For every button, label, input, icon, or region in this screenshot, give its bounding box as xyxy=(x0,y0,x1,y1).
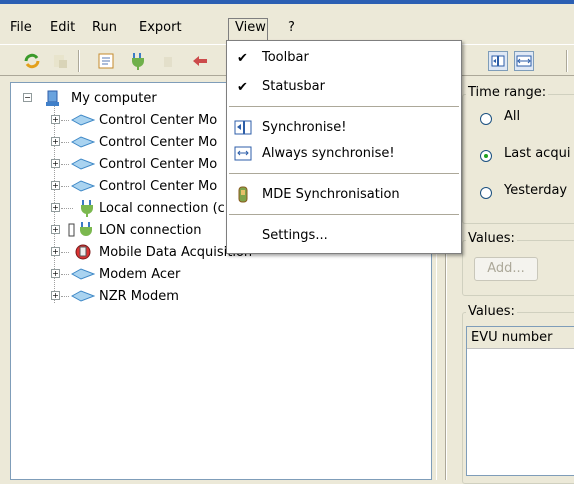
computer-icon xyxy=(45,89,61,111)
connect-plug-icon[interactable] xyxy=(128,51,148,71)
check-mark-icon: ✔ xyxy=(237,51,248,66)
always-synchronise-icon xyxy=(234,145,252,162)
menu-item-always-synchronise[interactable]: Always synchronise! xyxy=(229,141,459,167)
expand-icon[interactable]: + xyxy=(51,225,60,234)
add-button[interactable]: Add... xyxy=(474,257,538,281)
radio-last-acquisition[interactable] xyxy=(480,150,492,162)
time-range-label: Time range: xyxy=(466,85,549,100)
toolbar-separator xyxy=(78,50,80,72)
tree-connector-line xyxy=(61,164,69,165)
network-icon xyxy=(70,157,96,175)
column-header-evu-number[interactable]: EVU number xyxy=(467,327,574,349)
collapse-icon[interactable]: − xyxy=(23,93,32,102)
network-icon xyxy=(70,135,96,153)
disabled-action-icon xyxy=(158,51,178,71)
tree-connector-line xyxy=(61,274,69,275)
menu-item-mde-synchronisation-label: MDE Synchronisation xyxy=(262,187,400,202)
radio-all-label[interactable]: All xyxy=(504,109,520,124)
plug-icon xyxy=(79,199,95,221)
synchronise-icon xyxy=(234,119,252,136)
expand-icon[interactable]: + xyxy=(51,247,60,256)
lon-plug-icon xyxy=(67,221,95,243)
radio-yesterday-label[interactable]: Yesterday xyxy=(504,183,567,198)
values-listbox[interactable]: EVU number xyxy=(466,326,574,476)
menu-edit[interactable]: Edit xyxy=(50,20,75,35)
mde-device-icon xyxy=(234,186,252,203)
menu-item-toolbar-label: Toolbar xyxy=(262,50,309,65)
menu-item-settings[interactable]: Settings... xyxy=(229,223,459,249)
expand-icon[interactable]: + xyxy=(51,159,60,168)
expand-icon[interactable]: + xyxy=(51,203,60,212)
expand-icon[interactable]: + xyxy=(51,115,60,124)
network-icon xyxy=(70,179,96,197)
window-title-bar-edge xyxy=(0,0,574,4)
values-group-label: Values: xyxy=(466,231,517,246)
values-list-label: Values: xyxy=(466,304,517,319)
menu-item-mde-synchronisation[interactable]: MDE Synchronisation xyxy=(229,182,459,208)
new-document-icon[interactable] xyxy=(96,51,116,71)
modem-icon xyxy=(70,289,96,307)
menu-export[interactable]: Export xyxy=(139,20,182,35)
mobile-device-icon xyxy=(73,243,93,265)
menu-help[interactable]: ? xyxy=(288,20,295,35)
tree-item-label: NZR Modem xyxy=(99,289,179,304)
tree-item-label: Control Center Mo xyxy=(99,179,218,194)
tree-connector-line xyxy=(61,120,69,121)
tree-item-label: LON connection xyxy=(99,223,202,238)
radio-all[interactable] xyxy=(480,113,492,125)
expand-icon[interactable]: + xyxy=(51,137,60,146)
menu-item-synchronise[interactable]: Synchronise! xyxy=(229,115,459,141)
always-synchronise-toolbar-icon[interactable] xyxy=(514,51,534,71)
tree-connector-line xyxy=(61,296,69,297)
tree-connector-line xyxy=(61,252,69,253)
menu-item-statusbar-label: Statusbar xyxy=(262,79,325,94)
expand-icon[interactable]: + xyxy=(51,291,60,300)
network-icon xyxy=(70,113,96,131)
tree-item-label: Control Center Mo xyxy=(99,157,218,172)
right-panel: Time range: All Last acqui Yesterday Val… xyxy=(458,80,574,484)
check-mark-icon: ✔ xyxy=(237,80,248,95)
refresh-icon[interactable] xyxy=(22,51,42,71)
tree-connector-line xyxy=(61,208,73,209)
menu-run[interactable]: Run xyxy=(92,20,117,35)
modem-icon xyxy=(70,267,96,285)
view-menu-dropdown: ✔ Toolbar ✔ Statusbar Synchronise! Alway… xyxy=(226,40,462,254)
expand-icon[interactable]: + xyxy=(51,181,60,190)
radio-yesterday[interactable] xyxy=(480,187,492,199)
tree-connector-line xyxy=(61,186,69,187)
menu-file[interactable]: File xyxy=(10,20,32,35)
menu-item-settings-label: Settings... xyxy=(262,228,328,243)
menu-separator xyxy=(229,106,459,107)
disabled-tool-icon xyxy=(50,51,70,71)
menu-bar: File Edit Run Export View ? xyxy=(0,16,574,40)
menu-view[interactable]: View xyxy=(235,20,266,35)
menu-item-synchronise-label: Synchronise! xyxy=(262,120,347,135)
synchronise-toolbar-icon[interactable] xyxy=(488,51,508,71)
menu-separator xyxy=(229,214,459,215)
menu-item-always-synchronise-label: Always synchronise! xyxy=(262,146,395,161)
toolbar-separator xyxy=(566,50,568,72)
expand-icon[interactable]: + xyxy=(51,269,60,278)
tree-item-label: Modem Acer xyxy=(99,267,181,282)
radio-last-acquisition-label[interactable]: Last acqui xyxy=(504,146,570,161)
transfer-icon[interactable] xyxy=(190,51,210,71)
tree-connector-line xyxy=(61,142,69,143)
menu-separator xyxy=(229,173,459,174)
menu-item-toolbar[interactable]: ✔ Toolbar xyxy=(229,45,459,71)
tree-root-label: My computer xyxy=(71,91,157,106)
tree-item-label: Control Center Mo xyxy=(99,113,218,128)
tree-item-label: Control Center Mo xyxy=(99,135,218,150)
tree-item-label: Local connection (c xyxy=(99,201,225,216)
menu-item-statusbar[interactable]: ✔ Statusbar xyxy=(229,74,459,100)
